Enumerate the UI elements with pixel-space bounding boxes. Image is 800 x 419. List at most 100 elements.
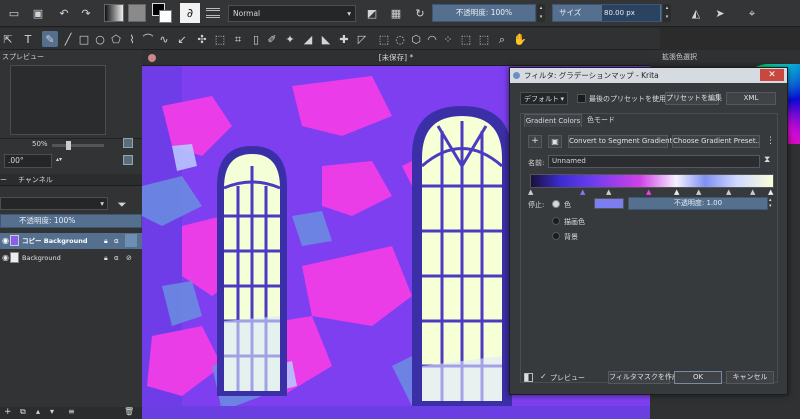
wrap-around-icon[interactable]: ⌖ (744, 5, 760, 21)
choose-preset-button[interactable]: Choose Gradient Preset... (672, 135, 760, 148)
stop-marker[interactable]: ▲ (726, 188, 731, 196)
fill-tool-icon[interactable]: ◣ (318, 31, 334, 47)
freehand-brush-icon[interactable]: ✎ (42, 31, 58, 47)
mirror-horizontal-icon[interactable]: ◭ (688, 5, 704, 21)
reverse-gradient-icon[interactable]: ⧗ (764, 155, 770, 165)
tab-gradient-colors[interactable]: Gradient Colors (524, 114, 582, 127)
close-icon[interactable]: ✕ (760, 69, 784, 81)
radio-background[interactable] (552, 232, 560, 240)
polyline-tool-icon[interactable]: ⌇ (124, 31, 140, 47)
select-shapes-icon[interactable]: ⇱ (0, 31, 16, 47)
edit-preset-button[interactable]: プリセットを編集 (665, 92, 722, 105)
add-stop-icon[interactable]: + (528, 135, 542, 148)
ok-button[interactable]: OK (674, 371, 722, 384)
opacity-spinner[interactable]: ▴ ▾ (537, 4, 545, 22)
bezier-tool-icon[interactable]: ⌒ (140, 31, 156, 47)
stop-opacity-slider[interactable]: 不透明度: 1.00 (628, 197, 768, 210)
size-spinner[interactable]: ▴ ▾ (663, 4, 671, 22)
reload-preset-icon[interactable]: ↻ (412, 5, 428, 21)
stop-marker[interactable]: ▲ (646, 188, 651, 196)
gradient-swatch[interactable] (104, 4, 124, 22)
similar-select-icon[interactable]: ⬚ (458, 31, 474, 47)
colorize-mask-icon[interactable]: ✦ (282, 31, 298, 47)
stop-marker[interactable]: ▲ (768, 188, 773, 196)
ellipse-select-icon[interactable]: ◌ (392, 31, 408, 47)
transform-tool-icon[interactable]: ⬚ (212, 31, 228, 47)
multibrush-icon[interactable]: ✣ (194, 31, 210, 47)
stop-marker[interactable]: ▲ (580, 188, 585, 196)
eraser-icon[interactable]: ◩ (364, 5, 380, 21)
fg-bg-color-icon[interactable] (152, 3, 172, 23)
zoom-fit-icon[interactable] (123, 138, 133, 148)
radio-foreground[interactable] (552, 217, 560, 225)
dynamic-brush-icon[interactable]: ↙ (174, 31, 190, 47)
layer-opacity-slider[interactable]: 不透明度: 100% (0, 214, 142, 228)
visibility-icon[interactable]: ◉ (2, 250, 9, 266)
name-input[interactable]: Unnamed (548, 155, 760, 168)
preserve-alpha-icon[interactable]: ▦ (388, 5, 404, 21)
polygon-tool-icon[interactable]: ⬠ (108, 31, 124, 47)
layer-blend-select[interactable]: ▾ (0, 197, 108, 210)
xml-button[interactable]: XML (726, 92, 776, 105)
line-tool-icon[interactable]: ╱ (60, 31, 76, 47)
more-options-icon[interactable]: ⋮ (766, 136, 775, 146)
lock-icon[interactable]: 🔒︎ (104, 250, 108, 266)
rotation-spinner[interactable]: ▴▾ (56, 156, 62, 163)
assistant-tool-icon[interactable]: ✚ (336, 31, 352, 47)
redo-icon[interactable]: ↷ (78, 5, 94, 21)
pattern-swatch[interactable] (128, 4, 146, 22)
pan-tool-icon[interactable]: ✋ (512, 31, 528, 47)
brush-settings-icon[interactable] (206, 8, 220, 18)
mirror-vertical-icon[interactable]: ➤ (712, 5, 728, 21)
filter-layers-icon[interactable]: ⏷ (114, 196, 130, 212)
document-tab[interactable]: [未保存] * (142, 50, 650, 66)
overview-preview[interactable] (10, 65, 106, 135)
layer-row-selected[interactable]: ◉ コピー Background 🔒︎ α (0, 233, 142, 249)
save-icon[interactable]: ▣ (30, 5, 46, 21)
stop-marker[interactable]: ▲ (750, 188, 755, 196)
preset-select[interactable]: デフォルト ▾ (520, 92, 568, 105)
text-tool-icon[interactable]: T (20, 31, 36, 47)
zoom-tool-icon[interactable]: ⌕ (494, 31, 510, 47)
preview-checkbox[interactable]: ✓ (540, 372, 547, 381)
tab-color-mode[interactable]: 色モード (584, 114, 618, 127)
lock-icon[interactable]: 🔒︎ (104, 233, 108, 249)
color-picker-icon[interactable]: ✐ (264, 31, 280, 47)
layer-row[interactable]: ◉ Background 🔒︎ α ⊘ (0, 250, 142, 266)
convert-segment-button[interactable]: Convert to Segment Gradient (568, 135, 672, 148)
properties-icon[interactable]: ≡ (68, 407, 75, 416)
bezier-select-icon[interactable]: ⬚ (476, 31, 492, 47)
stop-color-swatch[interactable] (594, 198, 624, 209)
save-gradient-icon[interactable]: ▣ (548, 135, 562, 148)
inherit-alpha-icon[interactable] (125, 234, 137, 247)
alpha-lock-icon[interactable]: α (114, 250, 119, 266)
last-preset-checkbox[interactable] (577, 94, 586, 103)
polygon-select-icon[interactable]: ⬡ (408, 31, 424, 47)
rect-select-icon[interactable]: ⬚ (376, 31, 392, 47)
gradient-tool-icon[interactable]: ▯ (248, 31, 264, 47)
crop-tool-icon[interactable]: ⌗ (230, 31, 246, 47)
stop-marker[interactable]: ▲ (528, 188, 533, 196)
tab-channels[interactable]: チャンネル (18, 175, 53, 185)
rotation-field[interactable]: .00° (4, 154, 52, 168)
stop-opacity-spinner[interactable]: ▴ ▾ (769, 197, 772, 209)
cancel-button[interactable]: キャンセル (726, 371, 774, 384)
stop-marker[interactable]: ▲ (696, 188, 701, 196)
new-document-icon[interactable]: ▭ (6, 5, 22, 21)
measure-tool-icon[interactable]: ◸ (354, 31, 370, 47)
brush-preset-icon[interactable]: ∂ (180, 3, 200, 23)
rotation-reset-icon[interactable] (123, 155, 133, 165)
radio-custom-color[interactable] (552, 200, 560, 208)
ellipse-tool-icon[interactable]: ○ (92, 31, 108, 47)
move-up-icon[interactable]: ▴ (36, 407, 40, 416)
duplicate-layer-icon[interactable]: ⧉ (20, 407, 26, 417)
undo-icon[interactable]: ↶ (56, 5, 72, 21)
gradient-preview-bar[interactable] (530, 174, 774, 188)
blend-mode-select[interactable]: Normal ▾ (228, 5, 356, 22)
stop-marker[interactable]: ▲ (674, 188, 679, 196)
create-mask-button[interactable]: フィルタマスクを作成 (608, 371, 679, 384)
rectangle-tool-icon[interactable]: □ (76, 31, 92, 47)
contiguous-select-icon[interactable]: ⁘ (440, 31, 456, 47)
move-down-icon[interactable]: ▾ (50, 407, 54, 416)
opacity-slider[interactable]: 不透明度: 100% (432, 4, 536, 22)
